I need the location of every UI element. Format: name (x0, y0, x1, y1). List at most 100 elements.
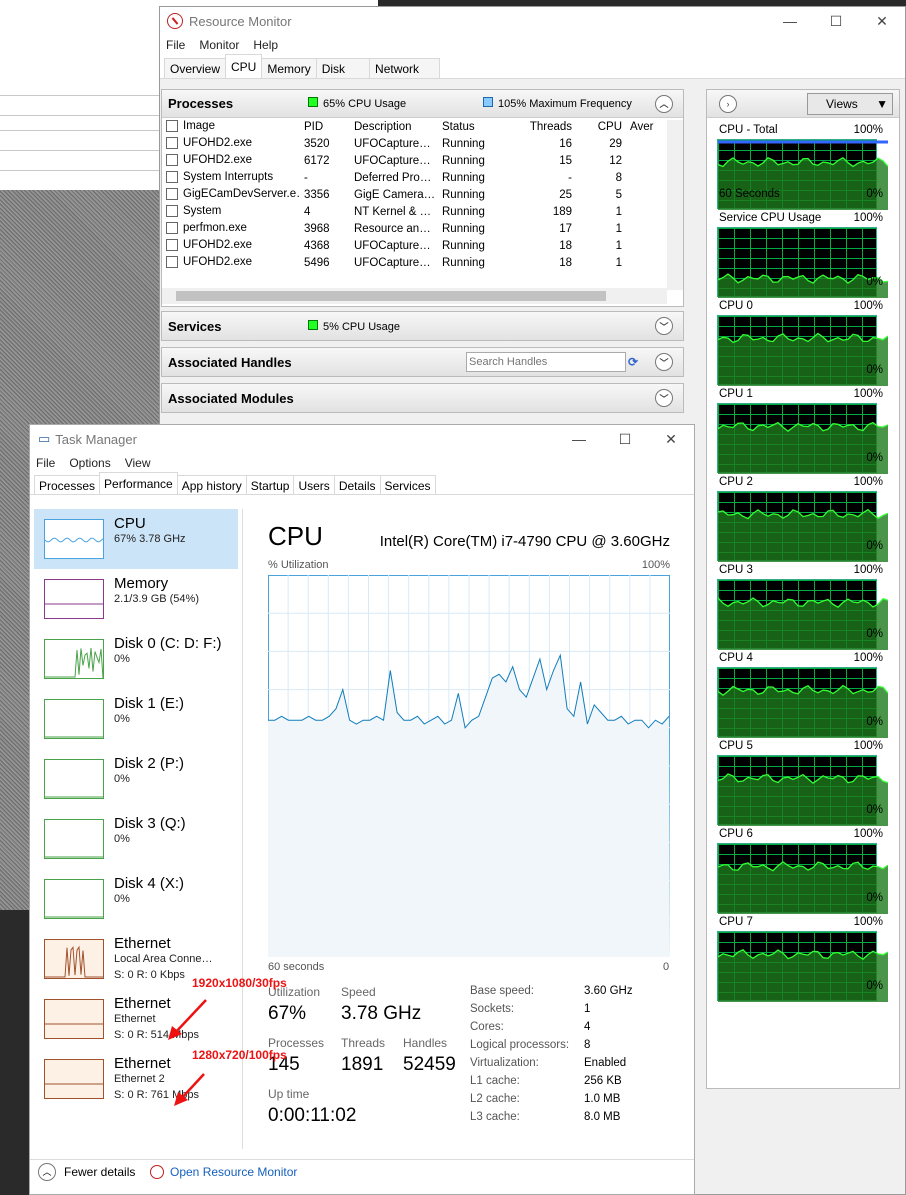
vertical-scrollbar[interactable] (667, 120, 683, 290)
processes-header[interactable]: Processes 65% CPU Usage 105% Maximum Fre… (162, 90, 683, 118)
row-checkbox[interactable] (166, 239, 178, 252)
horizontal-scrollbar[interactable] (162, 288, 667, 304)
cpu-graph-line (717, 332, 889, 386)
close-button[interactable]: ✕ (648, 431, 694, 448)
sidebar-item[interactable]: Disk 3 (Q:) 0% (34, 809, 238, 869)
open-resource-monitor-link[interactable]: Open Resource Monitor (170, 1165, 297, 1179)
menu-monitor[interactable]: Monitor (199, 38, 239, 52)
table-cell: Running (442, 137, 485, 150)
fewer-details-icon[interactable]: ︿ (38, 1163, 56, 1181)
tab-services[interactable]: Services (379, 475, 436, 494)
resource-monitor-icon (167, 13, 183, 29)
tab-disk[interactable]: Disk (315, 58, 371, 78)
table-cell: UFOCapture… (354, 137, 431, 150)
tab-details[interactable]: Details (333, 475, 381, 494)
minimize-button[interactable]: — (767, 13, 813, 30)
tab-network[interactable]: Network (369, 58, 441, 78)
table-row[interactable]: GigECamDevServer.e… 3356 GigE Camera… Runni… (162, 186, 667, 203)
views-label: Views (826, 97, 858, 111)
sidebar-item[interactable]: Disk 2 (P:) 0% (34, 749, 238, 809)
col-pid[interactable]: PID (300, 118, 350, 135)
tab-memory[interactable]: Memory (261, 58, 317, 78)
sidebar-item-sub: 0% (114, 893, 130, 905)
menu-file[interactable]: File (36, 456, 55, 470)
sidebar-thumbnail (44, 519, 104, 559)
services-panel[interactable]: Services 5% CPU Usage ﹀ (161, 311, 684, 341)
sidebar-item[interactable]: Disk 4 (X:) 0% (34, 869, 238, 929)
fewer-details-link[interactable]: Fewer details (64, 1165, 135, 1179)
row-checkbox[interactable] (166, 188, 178, 201)
minimize-button[interactable]: — (556, 431, 602, 448)
col-cpu[interactable]: CPU (576, 118, 626, 135)
menu-file[interactable]: File (166, 38, 185, 52)
menu-options[interactable]: Options (69, 456, 110, 470)
row-checkbox[interactable] (166, 256, 178, 269)
collapse-icon[interactable]: ︿ (655, 94, 673, 113)
sidebar-thumbnail (44, 639, 104, 679)
row-checkbox[interactable] (166, 154, 178, 167)
menu-help[interactable]: Help (253, 38, 278, 52)
close-button[interactable]: ✕ (859, 13, 905, 30)
modules-header[interactable]: Associated Modules ﹀ (162, 384, 683, 412)
expand-icon[interactable]: ﹀ (655, 353, 673, 371)
tab-cpu[interactable]: CPU (225, 54, 263, 78)
sidebar-item[interactable]: Memory 2.1/3.9 GB (54%) (34, 569, 238, 629)
maximize-button[interactable]: ☐ (813, 13, 859, 30)
col-description[interactable]: Description (350, 118, 438, 135)
handles-header[interactable]: Associated Handles ⟳ ﹀ (162, 348, 683, 376)
graph-min: 0% (866, 276, 883, 288)
col-threads[interactable]: Threads (504, 118, 576, 135)
views-dropdown[interactable]: Views ▼ (807, 93, 893, 115)
table-cell: - (568, 171, 572, 184)
maximize-button[interactable]: ☐ (602, 431, 648, 448)
graph-max: 100% (853, 652, 883, 664)
threads-value: 1891 (341, 1054, 384, 1075)
search-handles-input[interactable] (466, 352, 626, 372)
expand-icon[interactable]: ﹀ (655, 317, 673, 335)
tab-startup[interactable]: Startup (245, 475, 295, 494)
tab-app-history[interactable]: App history (176, 475, 247, 494)
cpu-graph (717, 491, 889, 562)
sidebar-item-title: Disk 1 (E:) (114, 695, 185, 712)
table-row[interactable]: System Interrupts - Deferred Pro… Running -8 (162, 169, 667, 186)
table-row[interactable]: UFOHD2.exe 5496 UFOCapture… Running 18 1 (162, 254, 667, 271)
table-row[interactable]: UFOHD2.exe 4368 UFOCapture… Running 18 1 (162, 237, 667, 254)
expand-icon[interactable]: ﹀ (655, 389, 673, 407)
table-row[interactable]: UFOHD2.exe 6172 UFOCapture… Running 15 12 (162, 152, 667, 169)
modules-panel[interactable]: Associated Modules ﹀ (161, 383, 684, 413)
tab-users[interactable]: Users (293, 475, 335, 494)
col-status[interactable]: Status (438, 118, 504, 135)
tab-processes[interactable]: Processes (34, 475, 101, 494)
sidebar-item-title: Disk 3 (Q:) (114, 815, 186, 832)
row-checkbox[interactable] (166, 171, 178, 184)
sidebar-item-sub: 0% (114, 713, 130, 725)
processes-table: Image PID Description Status Threads CPU… (162, 118, 667, 271)
menu-view[interactable]: View (125, 456, 151, 470)
graph-label: CPU 2 (719, 476, 753, 488)
processes-panel: Processes 65% CPU Usage 105% Maximum Fre… (161, 89, 684, 307)
table-cell: Running (442, 256, 485, 269)
table-row[interactable]: System 4 NT Kernel & … Running 189 1 (162, 203, 667, 220)
row-checkbox[interactable] (166, 222, 178, 235)
table-row[interactable]: perfmon.exe 3968 Resource an… Running 17 1 (162, 220, 667, 237)
handles-panel[interactable]: Associated Handles ⟳ ﹀ (161, 347, 684, 377)
spec-row: L1 cache: 256 KB (470, 1075, 680, 1087)
x-axis-left-label: 60 seconds (268, 961, 325, 973)
sidebar-item[interactable]: CPU 67% 3.78 GHz (34, 509, 238, 569)
tab-performance[interactable]: Performance (99, 472, 178, 494)
sidebar-item[interactable]: Disk 1 (E:) 0% (34, 689, 238, 749)
services-header[interactable]: Services 5% CPU Usage ﹀ (162, 312, 683, 340)
annotation-text: 1920x1080/30fps (192, 976, 287, 990)
expand-right-icon[interactable]: › (719, 95, 737, 113)
tab-overview[interactable]: Overview (164, 58, 227, 78)
col-average[interactable]: Aver (626, 118, 667, 135)
x-axis-right-label: 0 (663, 961, 670, 973)
refresh-icon[interactable]: ⟳ (628, 355, 638, 369)
sidebar-thumbnail (44, 999, 104, 1039)
col-image[interactable]: Image (162, 118, 300, 135)
row-checkbox[interactable] (166, 137, 178, 150)
sidebar-item[interactable]: Disk 0 (C: D: F:) 0% (34, 629, 238, 689)
spec-key: Sockets: (470, 1003, 515, 1015)
row-checkbox[interactable] (166, 205, 178, 218)
table-row[interactable]: UFOHD2.exe 3520 UFOCapture… Running 16 29 (162, 135, 667, 152)
